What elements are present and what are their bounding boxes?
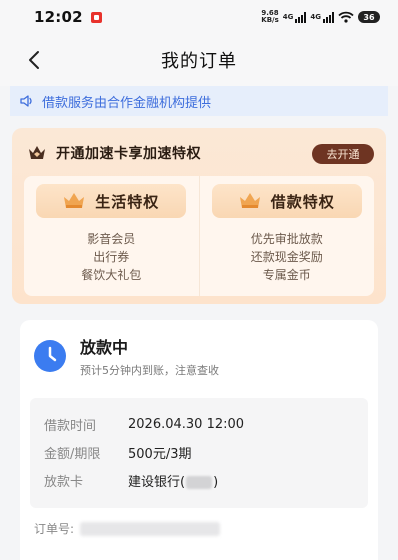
order-number-row: 订单号: (30, 520, 368, 537)
privilege-panel: 生活特权 影音会员 出行券 餐饮大礼包 借款特权 优先审批放款 还款现金奖励 专… (24, 176, 374, 296)
life-item-3: 餐饮大礼包 (81, 268, 142, 282)
detail-value: 2026.04.30 12:00 (128, 416, 245, 432)
detail-row-time: 借款时间 2026.04.30 12:00 (44, 410, 368, 438)
open-privilege-button[interactable]: 去开通 (312, 144, 374, 164)
masked-order-number (80, 521, 221, 536)
status-title: 放款中 (80, 338, 129, 357)
status-right: 9.68 KB/s 4G 4G 36 (261, 10, 380, 24)
life-privilege-column[interactable]: 生活特权 影音会员 出行券 餐饮大礼包 (24, 176, 199, 296)
signal1-label: 4G (282, 13, 294, 21)
detail-key: 金额/期限 (44, 446, 101, 462)
notice-text: 借款服务由合作金融机构提供 (42, 95, 212, 111)
detail-value: 500元/3期 (128, 446, 192, 462)
loan-privilege-tag: 借款特权 (211, 184, 362, 218)
speaker-icon (20, 95, 32, 107)
gold-crown-icon (239, 193, 260, 208)
detail-row-amount: 金额/期限 500元/3期 (44, 438, 368, 466)
life-item-1: 影音会员 (87, 232, 136, 246)
life-item-2: 出行券 (93, 250, 130, 264)
life-privilege-tag: 生活特权 (36, 184, 187, 218)
chevron-left-icon (29, 51, 39, 69)
masked-card-number (186, 475, 213, 489)
app-notification-icon (90, 11, 102, 23)
status-time: 12:02 (34, 8, 83, 26)
back-button[interactable] (22, 47, 46, 73)
nav-bar: 我的订单 (0, 34, 398, 86)
gold-crown-icon (64, 193, 85, 208)
detail-key: 借款时间 (44, 418, 97, 434)
bank-suffix: ) (213, 474, 219, 490)
crown-icon (29, 146, 45, 159)
loan-privilege-label: 借款特权 (270, 192, 335, 211)
order-card[interactable]: 放款中 预计5分钟内到账，注意查收 借款时间 2026.04.30 12:00 … (20, 320, 378, 560)
loan-privilege-items: 优先审批放款 还款现金奖励 专属金币 (251, 232, 323, 282)
net-speed: 9.68 KB/s (261, 10, 278, 24)
order-status: 放款中 预计5分钟内到账，注意查收 (30, 334, 368, 378)
loan-item-2: 还款现金奖励 (250, 250, 323, 264)
order-number-label: 订单号: (34, 522, 75, 536)
order-detail-box: 借款时间 2026.04.30 12:00 金额/期限 500元/3期 放款卡 … (30, 398, 368, 508)
status-text-group: 放款中 预计5分钟内到账，注意查收 (80, 334, 219, 378)
status-subtitle: 预计5分钟内到账，注意查收 (80, 364, 219, 377)
status-bar: 12:02 9.68 KB/s 4G 4G 36 (0, 0, 398, 34)
bank-name: 建设银行( (128, 474, 186, 490)
privilege-title: 开通加速卡享加速特权 (56, 146, 201, 162)
detail-value-card: 建设银行() (128, 471, 218, 490)
wifi-icon (338, 11, 354, 23)
detail-key: 放款卡 (44, 474, 84, 490)
life-privilege-label: 生活特权 (95, 192, 160, 211)
loan-item-1: 优先审批放款 (250, 232, 323, 246)
life-privilege-items: 影音会员 出行券 餐饮大礼包 (81, 232, 141, 282)
status-left: 12:02 (34, 8, 102, 26)
net-speed-unit: KB/s (261, 16, 279, 24)
detail-row-card: 放款卡 建设银行() (44, 466, 368, 494)
cell-signal-icon (295, 11, 307, 23)
page-title: 我的订单 (161, 51, 237, 72)
battery-icon: 36 (358, 11, 380, 23)
cell-signal-2-icon (323, 11, 334, 23)
notice-bar: 借款服务由合作金融机构提供 (10, 86, 388, 116)
loan-privilege-column[interactable]: 借款特权 优先审批放款 还款现金奖励 专属金币 (198, 176, 375, 296)
clock-icon (34, 340, 66, 372)
signal2-label: 4G (310, 13, 321, 21)
privilege-card: 开通加速卡享加速特权 去开通 生活特权 影音会员 出行券 餐饮大礼包 借款特权 … (12, 128, 386, 304)
loan-item-3: 专属金币 (262, 268, 311, 282)
